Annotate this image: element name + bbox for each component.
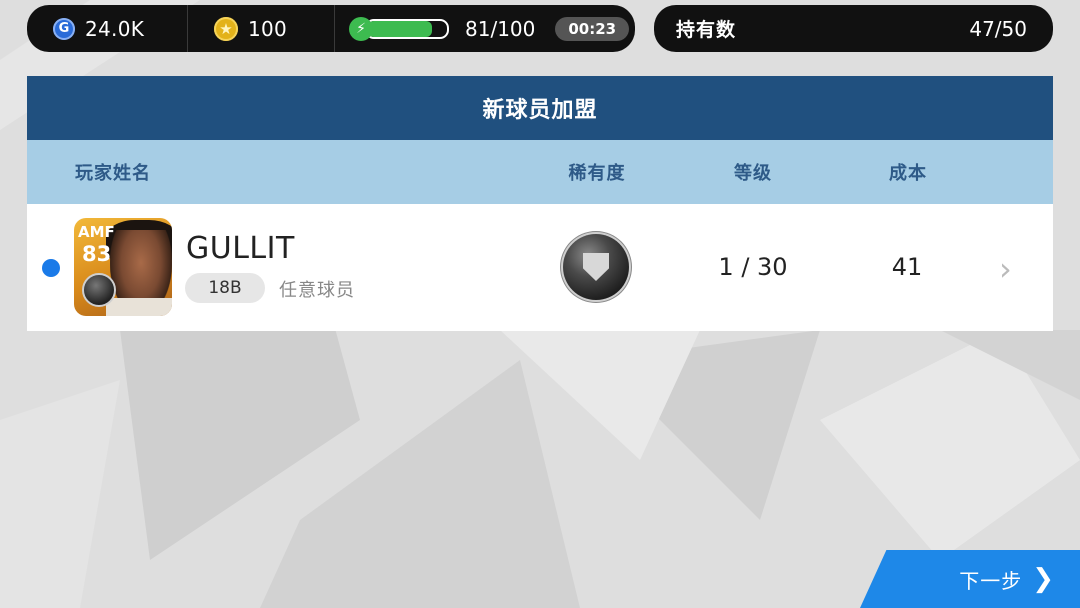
- energy-timer: 00:23: [555, 16, 630, 41]
- rarity-ball-icon: [563, 234, 629, 300]
- coin-value: 100: [248, 16, 288, 41]
- column-header-cost: 成本: [889, 163, 927, 184]
- player-shirt: [106, 298, 172, 316]
- player-card[interactable]: AMF 83: [74, 218, 172, 316]
- currency-bar: G 24.0K ★ 100 ⚡ 81/100 00:23: [27, 5, 635, 52]
- shield-icon: [583, 253, 609, 281]
- gp-icon: G: [53, 17, 75, 40]
- chevron-right-icon[interactable]: ›: [999, 250, 1012, 288]
- next-button-label: 下一步: [959, 568, 1023, 593]
- player-ovr-badge: 18B: [185, 273, 265, 303]
- lightning-icon: ⚡: [349, 16, 373, 41]
- gp-display[interactable]: G 24.0K: [27, 5, 187, 52]
- player-name: GULLIT: [186, 231, 295, 266]
- column-header-rarity: 稀有度: [568, 163, 626, 184]
- new-player-panel: 新球员加盟 玩家姓名 稀有度 等级 成本 AMF 83 GULLIT 18B 任…: [27, 76, 1053, 331]
- panel-title: 新球员加盟: [27, 76, 1053, 140]
- coin-icon: ★: [214, 16, 238, 41]
- chevron-right-icon: ❯: [1032, 564, 1054, 594]
- energy-bar-fill: [367, 20, 432, 37]
- energy-value: 81/100: [465, 16, 536, 41]
- next-button[interactable]: 下一步 ❯: [860, 550, 1080, 608]
- table-header: 玩家姓名 稀有度 等级 成本: [27, 140, 1053, 204]
- player-type: 任意球员: [279, 280, 355, 301]
- player-cost: 41: [891, 253, 923, 281]
- energy-display[interactable]: ⚡ 81/100 00:23: [334, 5, 635, 52]
- coin-display[interactable]: ★ 100: [187, 5, 334, 52]
- owned-label: 持有数: [676, 19, 737, 41]
- new-indicator-dot: [42, 259, 60, 277]
- energy-bar: [365, 18, 449, 39]
- owned-players-bar: 持有数 47/50: [654, 5, 1053, 52]
- column-header-name: 玩家姓名: [75, 163, 151, 184]
- player-position: AMF: [78, 223, 115, 241]
- player-level: 1 / 30: [718, 253, 788, 281]
- gp-value: 24.0K: [85, 16, 145, 41]
- card-ball-icon: [82, 273, 116, 307]
- column-header-level: 等级: [734, 163, 772, 184]
- owned-value: 47/50: [969, 16, 1027, 41]
- player-row[interactable]: AMF 83 GULLIT 18B 任意球员 1 / 30 41 ›: [27, 204, 1053, 331]
- player-rating: 83: [82, 242, 112, 266]
